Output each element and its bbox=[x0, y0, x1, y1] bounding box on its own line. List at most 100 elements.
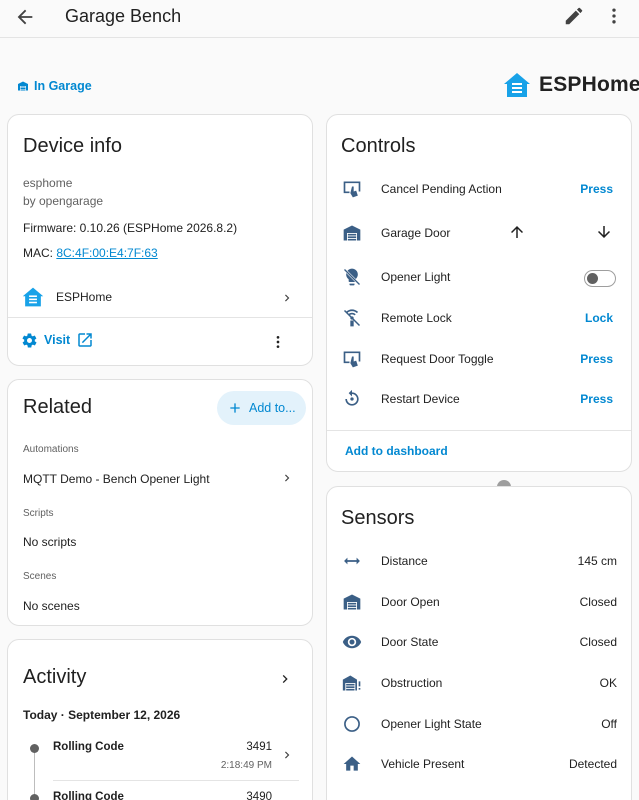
timeline-line bbox=[34, 748, 35, 800]
control-row-garage-door: Garage Door bbox=[327, 214, 631, 254]
controls-title: Controls bbox=[341, 135, 416, 157]
arrow-up-icon[interactable] bbox=[508, 223, 526, 241]
device-firmware: Firmware: 0.10.26 (ESPHome 2026.8.2) bbox=[23, 221, 238, 235]
integration-label: ESPHome bbox=[56, 290, 113, 304]
gear-icon bbox=[22, 332, 37, 348]
control-label: Request Door Toggle bbox=[381, 352, 494, 366]
garage-icon bbox=[18, 81, 28, 91]
more-vertical-icon[interactable] bbox=[604, 5, 624, 27]
more-vertical-icon[interactable] bbox=[270, 332, 286, 352]
control-row-restart-device: Restart Device Press bbox=[327, 380, 631, 420]
sensor-value: Closed bbox=[579, 595, 617, 609]
area-label: In Garage bbox=[34, 79, 92, 93]
divider bbox=[53, 780, 299, 781]
scripts-empty: No scripts bbox=[23, 535, 77, 549]
open-in-new-icon bbox=[78, 333, 92, 347]
sensor-label: Obstruction bbox=[381, 676, 443, 690]
timeline-dot bbox=[30, 744, 39, 753]
control-label: Garage Door bbox=[381, 226, 451, 240]
control-label: Remote Lock bbox=[381, 311, 452, 325]
touch-press-icon bbox=[343, 181, 361, 198]
control-label: Cancel Pending Action bbox=[381, 182, 502, 196]
device-mac: MAC: 8C:4F:00:E4:7F:63 bbox=[23, 246, 158, 260]
sensor-label: Door State bbox=[381, 635, 439, 649]
brand-name: ESPHome bbox=[539, 73, 639, 96]
restart-icon bbox=[345, 389, 359, 406]
arrow-down-icon[interactable] bbox=[595, 223, 613, 241]
visit-button[interactable]: Visit bbox=[21, 331, 94, 349]
chevron-right-icon[interactable] bbox=[280, 470, 294, 486]
chevron-right-icon[interactable] bbox=[277, 670, 293, 688]
control-label: Opener Light bbox=[381, 270, 451, 284]
device-manufacturer: by opengarage bbox=[23, 194, 104, 208]
lightbulb-off-icon bbox=[343, 268, 361, 286]
sensor-row-door-state[interactable]: Door State Closed bbox=[327, 623, 631, 663]
section-heading: Scripts bbox=[23, 508, 54, 519]
add-to-dashboard-button[interactable]: Add to dashboard bbox=[345, 444, 448, 458]
section-heading: Automations bbox=[23, 444, 79, 455]
garage-icon bbox=[343, 594, 361, 610]
sensor-row-vehicle-present[interactable]: Vehicle Present Detected bbox=[327, 745, 631, 785]
chevron-right-icon bbox=[285, 294, 290, 302]
mac-link[interactable]: 8C:4F:00:E4:7F:63 bbox=[56, 246, 157, 260]
press-button[interactable]: Press bbox=[580, 392, 613, 406]
sensor-value: Off bbox=[601, 717, 617, 731]
mac-label: MAC: bbox=[23, 246, 57, 260]
eye-icon bbox=[342, 635, 362, 649]
sensors-title: Sensors bbox=[341, 507, 415, 529]
control-row-opener-light: Opener Light bbox=[327, 258, 631, 298]
section-heading: Scenes bbox=[23, 571, 57, 582]
chevron-right-icon[interactable] bbox=[280, 747, 294, 763]
sensor-row-opener-light-state[interactable]: Opener Light State Off bbox=[327, 705, 631, 745]
esphome-logo-icon bbox=[22, 287, 44, 307]
sensor-row-distance[interactable]: Distance 145 cm bbox=[327, 542, 631, 582]
integration-row[interactable]: ESPHome bbox=[8, 281, 312, 317]
controls-card: Controls Cancel Pending Action Press Gar… bbox=[326, 114, 632, 472]
press-button[interactable]: Press bbox=[580, 182, 613, 196]
pencil-icon[interactable] bbox=[563, 5, 585, 27]
sensor-label: Vehicle Present bbox=[381, 757, 465, 771]
sensor-label: Opener Light State bbox=[381, 717, 482, 731]
timeline-dot bbox=[30, 794, 39, 800]
device-model: esphome bbox=[23, 176, 73, 190]
control-row-request-door-toggle: Request Door Toggle Press bbox=[327, 340, 631, 380]
visit-label: Visit bbox=[44, 333, 71, 347]
lock-button[interactable]: Lock bbox=[585, 311, 613, 325]
activity-card: Activity Today · September 12, 2026 Roll… bbox=[7, 639, 313, 800]
esphome-logo-icon bbox=[504, 73, 530, 97]
activity-entry-time: 2:18:49 PM bbox=[220, 760, 272, 771]
activity-entry-value: 3491 bbox=[246, 741, 272, 753]
add-to-button[interactable]: Add to... bbox=[217, 391, 306, 425]
sensor-value: 145 cm bbox=[577, 554, 617, 568]
arrow-left-right-icon bbox=[344, 557, 360, 565]
activity-date: Today · September 12, 2026 bbox=[23, 708, 181, 722]
control-label: Restart Device bbox=[381, 392, 460, 406]
scenes-empty: No scenes bbox=[23, 599, 80, 613]
sensor-row-obstruction[interactable]: Obstruction OK bbox=[327, 664, 631, 704]
sensor-value: OK bbox=[599, 676, 617, 690]
press-button[interactable]: Press bbox=[580, 352, 613, 366]
sensors-card: Sensors Distance 145 cm Door Open Closed… bbox=[326, 486, 632, 800]
add-to-label: Add to... bbox=[249, 401, 296, 415]
device-info-card: Device info esphome by opengarage Firmwa… bbox=[7, 114, 313, 366]
opener-light-toggle[interactable] bbox=[584, 270, 616, 287]
touch-press-icon bbox=[343, 351, 361, 368]
activity-entry-name[interactable]: Rolling Code bbox=[53, 741, 124, 753]
control-row-cancel-pending: Cancel Pending Action Press bbox=[327, 170, 631, 210]
activity-entry-value: 3490 bbox=[246, 791, 272, 800]
garage-alert-icon bbox=[342, 675, 361, 691]
sensor-label: Distance bbox=[381, 554, 428, 568]
sensor-value: Closed bbox=[579, 635, 617, 649]
page-title: Garage Bench bbox=[65, 6, 182, 26]
plus-icon bbox=[230, 403, 240, 413]
integration-brand: ESPHome bbox=[503, 72, 639, 98]
sensor-row-door-open[interactable]: Door Open Closed bbox=[327, 583, 631, 623]
sensor-label: Door Open bbox=[381, 595, 440, 609]
activity-entry-name[interactable]: Rolling Code bbox=[53, 791, 124, 800]
home-icon bbox=[343, 756, 361, 771]
circle-outline-icon bbox=[344, 716, 360, 732]
back-arrow-icon[interactable] bbox=[14, 6, 36, 28]
remote-off-icon bbox=[343, 309, 361, 327]
area-link[interactable]: In Garage bbox=[17, 79, 92, 93]
automation-item[interactable]: MQTT Demo - Bench Opener Light bbox=[23, 472, 210, 486]
